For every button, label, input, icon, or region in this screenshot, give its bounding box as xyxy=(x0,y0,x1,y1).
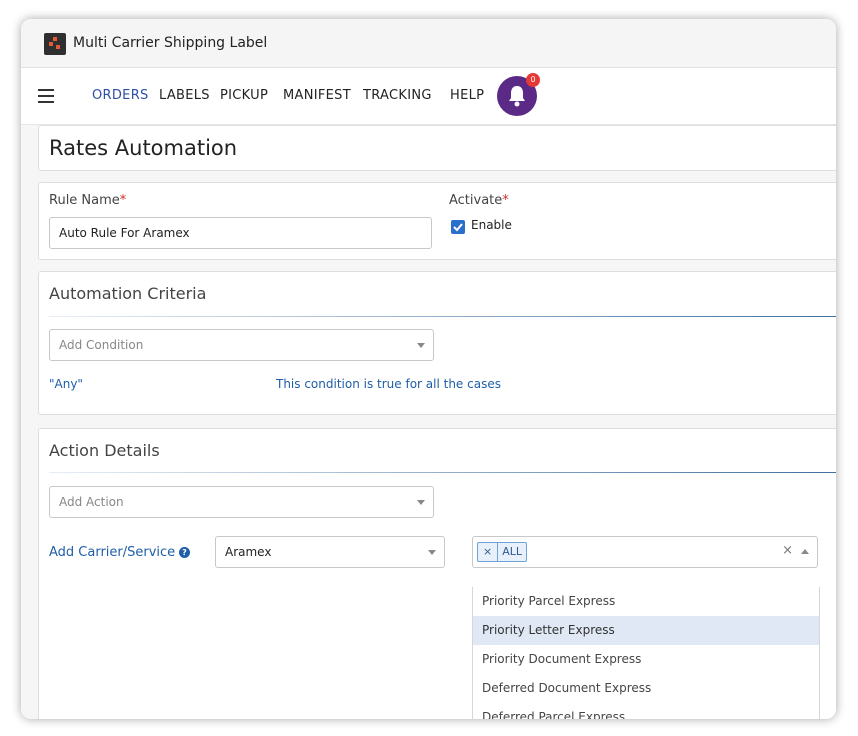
nav-labels[interactable]: LABELS xyxy=(159,88,210,103)
rule-name-label: Rule Name* xyxy=(49,193,127,208)
action-details-title: Action Details xyxy=(49,441,160,460)
page-title: Rates Automation xyxy=(49,136,238,160)
service-option[interactable]: Priority Document Express xyxy=(473,645,819,674)
service-option[interactable]: Deferred Document Express xyxy=(473,674,819,703)
selected-service-tag: × ALL xyxy=(477,542,528,562)
section-divider xyxy=(49,316,836,317)
service-multiselect[interactable]: × ALL × xyxy=(472,536,818,568)
section-divider xyxy=(49,472,836,473)
app-window: Multi Carrier Shipping Label ORDERS LABE… xyxy=(21,19,836,719)
automation-criteria-title: Automation Criteria xyxy=(49,284,207,303)
title-bar: Multi Carrier Shipping Label xyxy=(21,19,836,68)
chevron-down-icon xyxy=(428,550,436,555)
nav-tracking[interactable]: TRACKING xyxy=(363,88,432,103)
page-title-card: Rates Automation xyxy=(38,125,836,171)
add-carrier-service-label: Add Carrier/Service xyxy=(49,545,176,560)
add-condition-select[interactable]: Add Condition xyxy=(49,329,434,361)
rule-card: Rule Name* Auto Rule For Aramex Activate… xyxy=(38,182,836,260)
bell-icon xyxy=(509,86,525,107)
nav-help[interactable]: HELP xyxy=(450,88,484,103)
condition-description: This condition is true for all the cases xyxy=(276,377,501,391)
service-option[interactable]: Deferred Parcel Express xyxy=(473,703,819,719)
add-action-select[interactable]: Add Action xyxy=(49,486,434,518)
rule-name-input[interactable]: Auto Rule For Aramex xyxy=(49,217,432,249)
condition-name: "Any" xyxy=(49,377,83,391)
service-option-highlighted[interactable]: Priority Letter Express xyxy=(473,616,819,645)
enable-checkbox[interactable] xyxy=(451,220,465,234)
checkmark-icon xyxy=(453,223,463,232)
enable-label: Enable xyxy=(471,218,512,232)
help-icon[interactable]: ? xyxy=(179,547,190,558)
activate-label: Activate* xyxy=(449,193,509,208)
carrier-select[interactable]: Aramex xyxy=(215,536,445,568)
clear-selection-icon[interactable]: × xyxy=(782,543,793,558)
service-options-list: Priority Parcel Express Priority Letter … xyxy=(472,587,820,719)
nav-orders[interactable]: ORDERS xyxy=(92,88,149,103)
nav-manifest[interactable]: MANIFEST xyxy=(283,88,351,103)
service-option[interactable]: Priority Parcel Express xyxy=(473,587,819,616)
main-content: Rates Automation Rule Name* Auto Rule Fo… xyxy=(21,125,836,719)
nav-pickup[interactable]: PICKUP xyxy=(220,88,268,103)
top-navbar: ORDERS LABELS PICKUP MANIFEST TRACKING H… xyxy=(21,68,836,125)
chevron-up-icon[interactable] xyxy=(801,549,809,554)
chevron-down-icon xyxy=(417,500,425,505)
window-title: Multi Carrier Shipping Label xyxy=(73,35,268,51)
tag-remove-icon[interactable]: × xyxy=(478,543,499,561)
automation-criteria-card: Automation Criteria Add Condition "Any" … xyxy=(38,271,836,415)
chevron-down-icon xyxy=(417,343,425,348)
menu-icon[interactable] xyxy=(38,89,54,103)
notification-count-badge: 0 xyxy=(526,73,540,87)
app-logo-icon xyxy=(44,33,66,55)
